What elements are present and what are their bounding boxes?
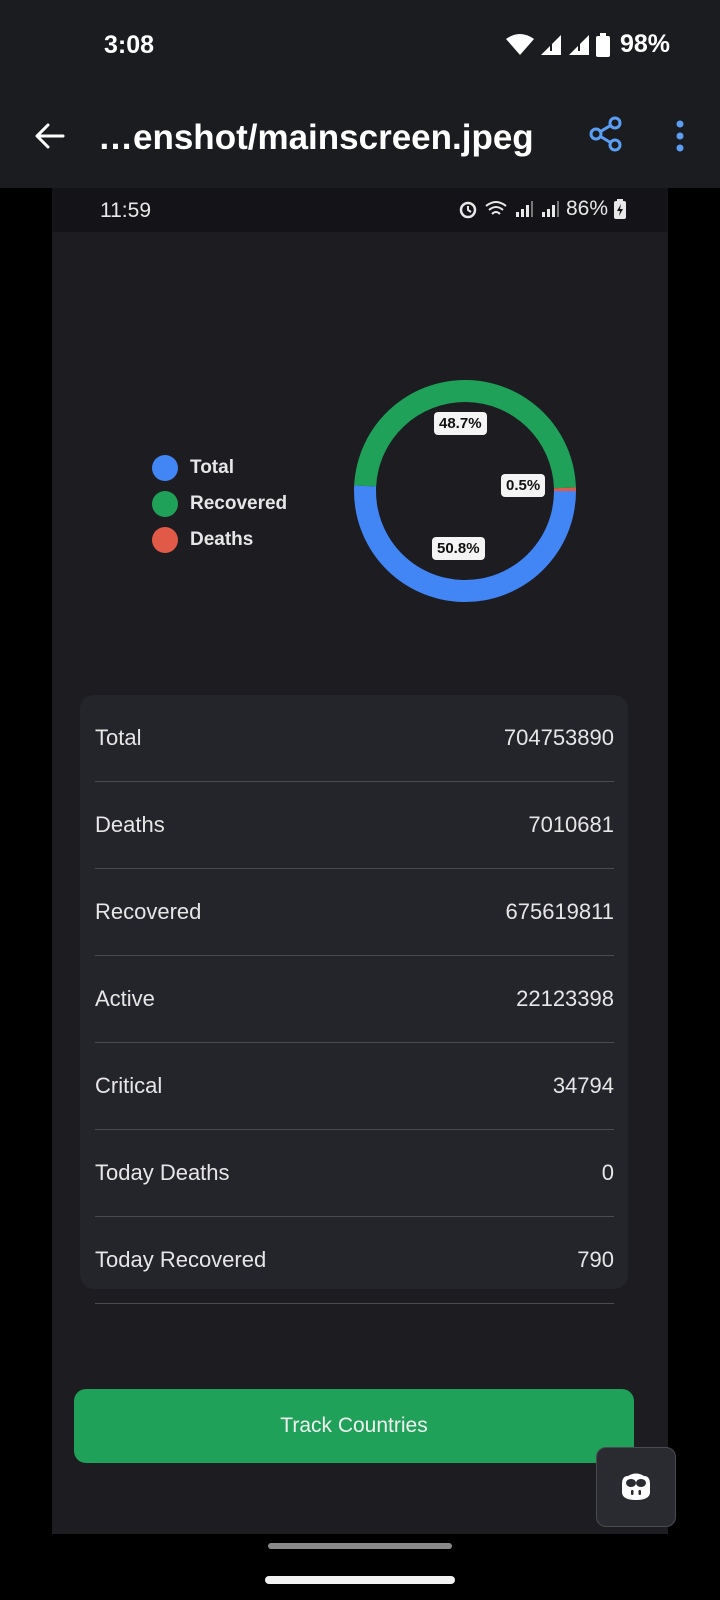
stat-row-recovered: Recovered 675619811 bbox=[95, 869, 614, 956]
stat-value: 0 bbox=[601, 1160, 614, 1185]
system-clock: 3:08 bbox=[104, 31, 155, 59]
stat-label: Deaths bbox=[95, 812, 165, 837]
alarm-icon bbox=[459, 201, 477, 219]
battery-icon bbox=[595, 32, 610, 57]
inner-battery-percent: 86% bbox=[565, 197, 608, 220]
inner-clock: 11:59 bbox=[100, 199, 151, 222]
legend-label: Recovered bbox=[190, 493, 288, 514]
stat-row-today-recovered: Today Recovered 790 bbox=[95, 1217, 614, 1304]
legend-item-total: Total bbox=[152, 450, 287, 486]
stat-row-today-deaths: Today Deaths 0 bbox=[95, 1130, 614, 1217]
stats-card: Total 704753890 Deaths 7010681 Recovered… bbox=[80, 695, 628, 1304]
track-countries-button[interactable]: Track Countries bbox=[74, 1389, 634, 1463]
battery-percent: 98% bbox=[619, 30, 670, 58]
legend-dot bbox=[152, 527, 178, 553]
stat-value: 790 bbox=[577, 1247, 614, 1272]
wifi-icon bbox=[485, 201, 507, 215]
stat-value: 34794 bbox=[552, 1073, 614, 1098]
slice-label-deaths: 0.5% bbox=[501, 474, 546, 497]
stat-value: 675619811 bbox=[505, 899, 615, 924]
share-icon bbox=[589, 116, 622, 152]
stat-label: Active bbox=[95, 986, 155, 1011]
signal-icon bbox=[540, 34, 561, 55]
gesture-bar[interactable] bbox=[265, 1576, 455, 1584]
stat-row-critical: Critical 34794 bbox=[95, 1043, 614, 1130]
slice-label-total: 50.8% bbox=[432, 537, 485, 560]
signal-icon bbox=[568, 34, 589, 55]
screenshot-image: 11:59 86% Total Recovered Deaths 50.8% 4… bbox=[52, 188, 668, 1536]
chart-legend: Total Recovered Deaths bbox=[152, 450, 287, 558]
system-status-icons: 98% bbox=[505, 30, 670, 59]
stat-label: Recovered bbox=[95, 899, 202, 924]
stat-row-deaths: Deaths 7010681 bbox=[95, 782, 614, 869]
stat-value: 704753890 bbox=[503, 725, 614, 750]
stat-label: Today Deaths bbox=[95, 1160, 230, 1185]
arrow-left-icon bbox=[35, 123, 65, 149]
system-status-bar: 3:08 98% bbox=[0, 0, 720, 90]
wifi-icon bbox=[505, 33, 534, 55]
viewer-app-bar: …enshot/mainscreen.jpeg bbox=[0, 90, 720, 188]
stat-row-active: Active 22123398 bbox=[95, 956, 614, 1043]
inner-status-bar: 11:59 86% bbox=[52, 188, 668, 232]
assistant-icon bbox=[622, 1473, 650, 1500]
stat-label: Total bbox=[95, 725, 142, 750]
assistant-button[interactable] bbox=[596, 1447, 676, 1527]
donut-chart: 50.8% 48.7% 0.5% bbox=[352, 378, 578, 604]
legend-label: Deaths bbox=[190, 529, 254, 550]
share-button[interactable] bbox=[586, 114, 626, 154]
more-options-button[interactable] bbox=[668, 116, 692, 156]
battery-charging-icon bbox=[614, 199, 626, 219]
legend-item-recovered: Recovered bbox=[152, 486, 287, 522]
slice-label-recovered: 48.7% bbox=[434, 412, 487, 435]
track-countries-label: Track Countries bbox=[280, 1414, 428, 1437]
legend-label: Total bbox=[190, 457, 234, 478]
inner-bottom-edge bbox=[52, 1534, 668, 1536]
signal-icon bbox=[541, 201, 559, 217]
signal-icon bbox=[515, 201, 533, 217]
stat-label: Critical bbox=[95, 1073, 163, 1098]
stat-row-total: Total 704753890 bbox=[95, 695, 614, 782]
inner-status-icons: 86% bbox=[458, 197, 626, 221]
more-vert-icon bbox=[676, 120, 684, 152]
back-button[interactable] bbox=[30, 116, 70, 156]
stat-label: Today Recovered bbox=[95, 1247, 267, 1272]
stat-value: 22123398 bbox=[516, 986, 614, 1011]
legend-dot bbox=[152, 491, 178, 517]
legend-dot bbox=[152, 455, 178, 481]
legend-item-deaths: Deaths bbox=[152, 522, 287, 558]
image-nav-handle bbox=[268, 1543, 452, 1549]
stat-value: 7010681 bbox=[528, 812, 614, 837]
file-title: …enshot/mainscreen.jpeg bbox=[98, 118, 534, 157]
